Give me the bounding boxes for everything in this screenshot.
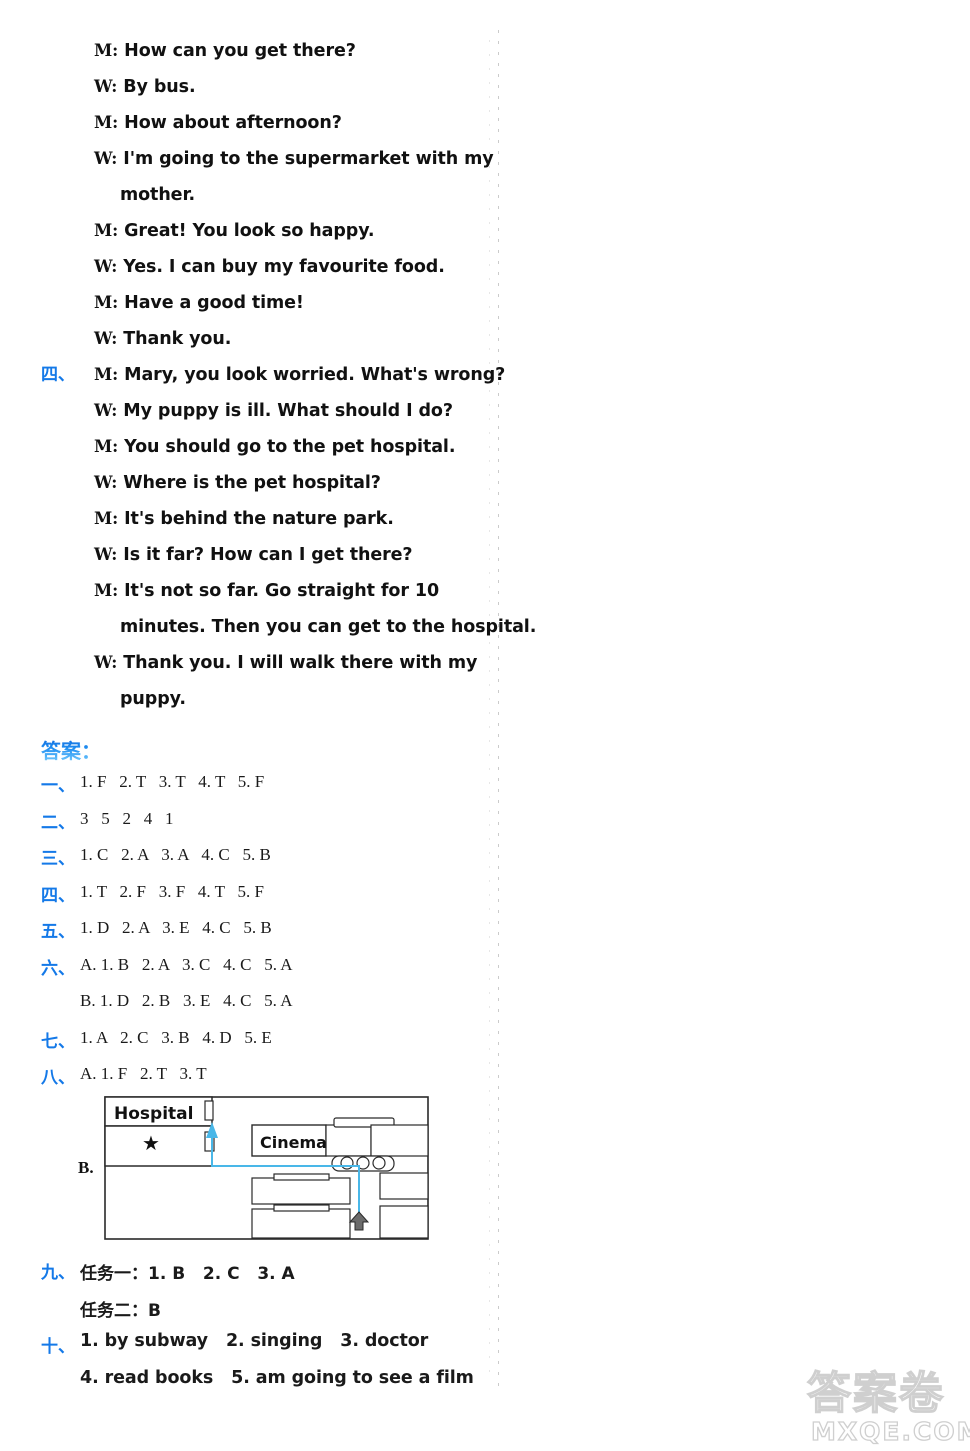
section-four-line-3: W: Where is the pet hospital? [94, 473, 381, 493]
section-four-line-1: W: My puppy is ill. What should I do? [94, 401, 453, 421]
answer-tail-row-0: 任务一：1. B 2. C 3. A [80, 1264, 295, 1284]
answer-row-8: A. 1. F 2. T 3. T [80, 1064, 207, 1083]
answer-tail-marker-2: 十、 [41, 1337, 75, 1357]
answer-marker-4: 五、 [41, 922, 75, 942]
map-figure: Hospital ★ Cinema [104, 1096, 429, 1240]
answer-key-page: M: How can you get there? W: By bus. M: Ho… [0, 0, 970, 1451]
speaker-tag: W: [94, 545, 118, 564]
answer-row-6: B. 1. D 2. B 3. E 4. C 5. A [80, 991, 293, 1010]
answer-row-1: 3 5 2 4 1 [80, 808, 174, 828]
section-four-marker: 四、 [41, 367, 75, 385]
answer-marker-7: 七、 [41, 1031, 75, 1052]
right-column: 期末质量监测真题精选（三） 听力材料： 一、1. Turn left at th… [498, 0, 970, 1451]
section-four-line-4: M: It's behind the nature park. [94, 509, 394, 529]
speaker-tag: M: [94, 113, 119, 132]
dialogue-line-3: W: I'm going to the supermarket with my [94, 149, 494, 169]
answer-marker-1: 二、 [41, 812, 75, 833]
speaker-tag: M: [94, 509, 119, 528]
speaker-tag: M: [94, 41, 119, 60]
section-four-line-6: M: It's not so far. Go straight for 10 [94, 581, 440, 601]
answer-row-2: 1. C 2. A 3. A 4. C 5. B [80, 845, 271, 864]
dialogue-line-5: M: Great! You look so happy. [94, 221, 375, 241]
section-four-line-9: puppy. [120, 689, 186, 709]
answer-row-7: 1. A 2. C 3. B 4. D 5. E [80, 1027, 272, 1047]
map-label-cinema: Cinema [260, 1133, 327, 1152]
figure-label-b: B. [78, 1158, 94, 1177]
speaker-tag: M: [94, 293, 119, 312]
answer-marker-3: 四、 [41, 885, 75, 906]
map-label-hospital: Hospital [114, 1104, 193, 1124]
dialogue-line-1: W: By bus. [94, 77, 196, 97]
section-four-line-7: minutes. Then you can get to the hospita… [120, 617, 537, 637]
answer-marker-0: 一、 [41, 776, 75, 796]
section-four-line-8: W: Thank you. I will walk there with my [94, 653, 478, 673]
section-four-line-2: M: You should go to the pet hospital. [94, 437, 456, 457]
section-four-line-5: W: Is it far? How can I get there? [94, 545, 413, 565]
answers-heading: 答案： [41, 735, 101, 764]
answer-marker-5: 六、 [41, 958, 75, 979]
dialogue-line-7: M: Have a good time! [94, 293, 304, 313]
speaker-tag: W: [94, 257, 118, 276]
answer-row-3: 1. T 2. F 3. F 4. T 5. F [80, 881, 264, 901]
answer-row-5: A. 1. B 2. A 3. C 4. C 5. A [80, 954, 293, 974]
speaker-tag: M: [94, 365, 119, 384]
speaker-tag: W: [94, 329, 118, 348]
answer-tail-marker-0: 九、 [41, 1263, 75, 1283]
speaker-tag: W: [94, 77, 118, 96]
answer-row-0: 1. F 2. T 3. T 4. T 5. F [80, 772, 265, 791]
speaker-tag: W: [94, 401, 118, 420]
speaker-tag: W: [94, 653, 118, 672]
dialogue-line-2: M: How about afternoon? [94, 113, 342, 133]
dialogue-line-0: M: How can you get there? [94, 41, 356, 61]
answer-marker-8: 八、 [41, 1068, 75, 1088]
answer-marker-2: 三、 [41, 849, 75, 869]
section-four-line-0: M: Mary, you look worried. What's wrong? [94, 365, 506, 385]
map-svg: Hospital ★ Cinema [104, 1096, 429, 1240]
left-column: M: How can you get there? W: By bus. M: Ho… [0, 0, 536, 1451]
svg-text:★: ★ [142, 1131, 160, 1155]
speaker-tag: M: [94, 221, 119, 240]
dialogue-line-6: W: Yes. I can buy my favourite food. [94, 257, 445, 277]
speaker-tag: M: [94, 581, 119, 600]
speaker-tag: M: [94, 437, 119, 456]
dialogue-line-4: mother. [120, 185, 196, 205]
speaker-tag: W: [94, 473, 118, 492]
speaker-tag: W: [94, 149, 118, 168]
answer-tail-row-3: 4. read books 5. am going to see a film [80, 1368, 474, 1388]
answer-tail-row-1: 任务二：B [80, 1301, 161, 1321]
answer-tail-row-2: 1. by subway 2. singing 3. doctor [80, 1331, 429, 1351]
answer-row-4: 1. D 2. A 3. E 4. C 5. B [80, 918, 272, 937]
section-marker: 四、 [41, 365, 75, 385]
dialogue-line-8: W: Thank you. [94, 329, 232, 349]
